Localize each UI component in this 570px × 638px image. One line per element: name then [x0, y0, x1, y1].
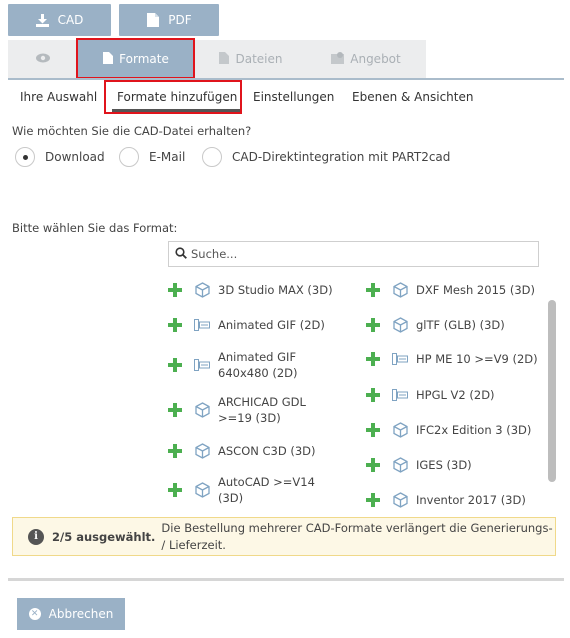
cube-icon [392, 492, 408, 508]
selection-notice: i 2/5 ausgewählt. Die Bestellung mehrere… [12, 517, 556, 556]
drawing-icon [392, 387, 408, 403]
format-item[interactable]: IFC2x Edition 3 (3D) [366, 422, 531, 438]
add-icon[interactable] [366, 388, 380, 402]
main-tabs: Formate Dateien Angebot [8, 40, 426, 78]
subtab-einstellungen[interactable]: Einstellungen [253, 82, 334, 112]
image-icon [194, 357, 210, 373]
tab-dateien-label: Dateien [235, 52, 283, 66]
subtab-divider [8, 78, 564, 80]
close-icon: ✕ [28, 608, 41, 620]
tab-preview[interactable] [8, 40, 78, 78]
format-label: AutoCAD >=V14 (3D) [218, 475, 315, 505]
document-icon [219, 51, 230, 67]
add-icon[interactable] [366, 283, 380, 297]
format-label: HP ME 10 >=V9 (2D) [416, 352, 538, 366]
footer-divider [8, 578, 564, 581]
radio-download-label: Download [45, 150, 105, 164]
format-item[interactable]: DXF Mesh 2015 (3D) [366, 282, 535, 298]
format-label: ARCHICAD GDL >=19 (3D) [218, 395, 306, 425]
format-label: Inventor 2017 (3D) [416, 493, 526, 507]
cube-icon [392, 317, 408, 333]
add-icon[interactable] [366, 423, 380, 437]
cube-icon [392, 422, 408, 438]
tab-angebot-label: Angebot [350, 52, 401, 66]
radio-button-selected[interactable] [15, 147, 35, 167]
eye-icon [36, 52, 50, 66]
pdf-file-icon [146, 13, 160, 27]
format-item[interactable]: glTF (GLB) (3D) [366, 317, 505, 333]
format-item[interactable]: AutoCAD >=V14 (3D) [168, 474, 318, 506]
tab-dateien[interactable]: Dateien [196, 40, 306, 78]
format-item[interactable]: HP ME 10 >=V9 (2D) [366, 351, 538, 367]
scrollbar-thumb[interactable] [548, 300, 556, 482]
format-label: Animated GIF 640x480 (2D) [218, 350, 298, 380]
info-icon: i [28, 528, 44, 545]
search-icon [175, 246, 187, 262]
drawing-icon [392, 351, 408, 367]
add-icon[interactable] [168, 483, 182, 497]
format-label: 3D Studio MAX (3D) [218, 283, 333, 297]
radio-download[interactable]: Download [15, 146, 105, 168]
add-icon[interactable] [366, 352, 380, 366]
radio-part2cad-label: CAD-Direktintegration mit PART2cad [232, 150, 451, 164]
cancel-button[interactable]: ✕ Abbrechen [17, 598, 125, 630]
add-icon[interactable] [366, 318, 380, 332]
format-item[interactable]: IGES (3D) [366, 457, 472, 473]
add-icon[interactable] [366, 458, 380, 472]
subtab-ebenen-ansichten[interactable]: Ebenen & Ansichten [352, 82, 473, 112]
highlight-formate-hinzufuegen [104, 80, 242, 114]
pdf-download-button[interactable]: PDF [119, 4, 219, 36]
add-icon[interactable] [366, 493, 380, 507]
add-icon[interactable] [168, 403, 182, 417]
add-icon[interactable] [168, 444, 182, 458]
format-label: DXF Mesh 2015 (3D) [416, 283, 536, 297]
add-icon[interactable] [168, 358, 182, 372]
format-item[interactable]: Animated GIF (2D) [168, 317, 325, 333]
format-label: HPGL V2 (2D) [416, 388, 495, 402]
delivery-question: Wie möchten Sie die CAD-Datei erhalten? [12, 124, 252, 138]
radio-button[interactable] [202, 147, 222, 167]
format-item[interactable]: HPGL V2 (2D) [366, 387, 495, 403]
quote-icon [331, 51, 345, 67]
subtab-ihre-auswahl[interactable]: Ihre Auswahl [20, 82, 97, 112]
format-item[interactable]: 3D Studio MAX (3D) [168, 282, 333, 298]
search-input[interactable]: Suche... [168, 241, 539, 267]
format-label: glTF (GLB) (3D) [416, 318, 505, 332]
format-item[interactable]: ARCHICAD GDL >=19 (3D) [168, 394, 318, 426]
download-icon [36, 13, 50, 27]
format-label: IGES (3D) [416, 458, 472, 472]
add-icon[interactable] [168, 318, 182, 332]
format-label: IFC2x Edition 3 (3D) [416, 423, 532, 437]
cube-icon [194, 482, 210, 498]
radio-button[interactable] [119, 147, 139, 167]
tab-angebot[interactable]: Angebot [306, 40, 426, 78]
highlight-formate-tab [76, 38, 195, 79]
cad-download-button[interactable]: CAD [8, 4, 111, 36]
radio-email[interactable]: E-Mail [119, 146, 185, 168]
cancel-button-label: Abbrechen [48, 607, 114, 621]
format-label: Bitte wählen Sie das Format: [12, 221, 178, 235]
format-item[interactable]: ASCON C3D (3D) [168, 443, 316, 459]
format-label: Animated GIF (2D) [218, 318, 325, 332]
format-item[interactable]: Animated GIF 640x480 (2D) [168, 349, 310, 381]
search-placeholder: Suche... [191, 247, 238, 261]
pdf-button-label: PDF [168, 13, 192, 27]
cube-icon [194, 402, 210, 418]
radio-email-label: E-Mail [149, 150, 186, 164]
format-item[interactable]: Inventor 2017 (3D) [366, 492, 526, 508]
add-icon[interactable] [168, 283, 182, 297]
format-label: ASCON C3D (3D) [218, 444, 316, 458]
image-icon [194, 317, 210, 333]
notice-message: Die Bestellung mehrerer CAD-Formate verl… [161, 520, 553, 552]
selection-count: 2/5 ausgewählt. [52, 529, 156, 544]
cube-icon [392, 282, 408, 298]
radio-part2cad[interactable]: CAD-Direktintegration mit PART2cad [202, 146, 450, 168]
cad-button-label: CAD [57, 13, 84, 27]
cube-icon [194, 282, 210, 298]
cube-icon [194, 443, 210, 459]
format-list: 3D Studio MAX (3D) Animated GIF (2D) Ani… [160, 274, 546, 510]
cube-icon [392, 457, 408, 473]
